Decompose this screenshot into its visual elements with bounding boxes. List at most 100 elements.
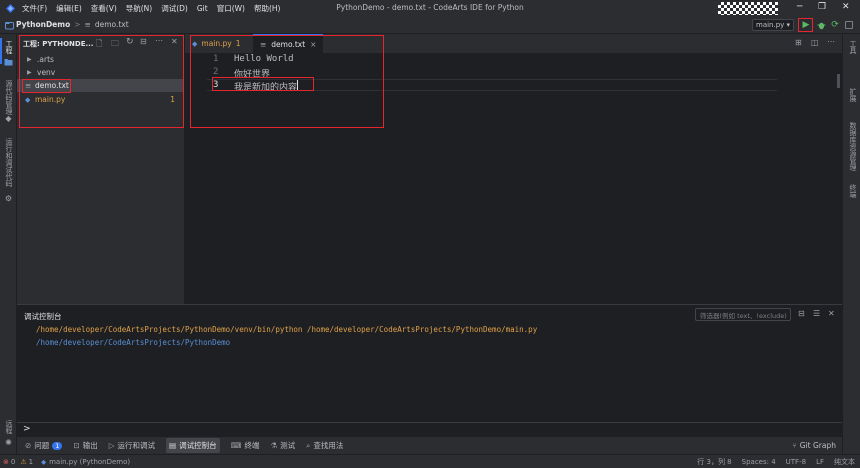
tree-item-label: venv	[37, 68, 56, 77]
explorer-panel: 工程: PYTHONDE... 🗋 🗀 ↻ ⊟ ⋯ ✕ ▶ .arts ▶ ve…	[17, 34, 185, 304]
new-folder-icon[interactable]: 🗀	[111, 38, 119, 52]
tab-problems[interactable]: ⊘ 问题 1	[25, 440, 63, 451]
cursor-position[interactable]: 行 3，列 8	[697, 457, 731, 467]
output-icon: ⊡	[73, 441, 80, 450]
tree-item-main-py[interactable]: ◆ main.py 1	[17, 93, 184, 106]
tree-item-venv[interactable]: ▶ venv	[17, 66, 184, 79]
project-icon	[5, 21, 14, 30]
collapse-all-icon[interactable]: ⊟	[140, 37, 147, 46]
refresh-icon[interactable]: ↻	[126, 37, 134, 47]
tab-label: 问题	[34, 441, 50, 450]
breadcrumb-file[interactable]: demo.txt	[95, 20, 129, 29]
tree-item-label: demo.txt	[35, 81, 69, 90]
console-input-line[interactable]: >	[17, 422, 842, 436]
close-panel-icon[interactable]: ✕	[171, 37, 178, 46]
tab-demo-txt[interactable]: ≡ demo.txt ×	[253, 34, 323, 53]
maximize-icon[interactable]: ❐	[818, 2, 826, 12]
rerun-icon[interactable]: ⟳	[830, 19, 840, 31]
close-icon[interactable]: ✕	[842, 2, 850, 12]
run-config-select[interactable]: main.py ▾	[752, 19, 794, 31]
right-tool-1[interactable]: 工具	[848, 40, 858, 54]
error-count: 0	[10, 457, 16, 466]
right-tool-2[interactable]: 扩展	[848, 88, 858, 102]
breadcrumb-project[interactable]: PythonDemo	[16, 20, 70, 29]
line-number: 1	[213, 54, 219, 64]
warning-icon: ⚠	[20, 457, 27, 466]
minimize-icon[interactable]: ─	[797, 2, 802, 12]
title-bar: 文件(F) 编辑(E) 查看(V) 导航(N) 调试(D) Git 窗口(W) …	[0, 0, 860, 17]
console-line-command: /home/developer/CodeArtsProjects/PythonD…	[36, 325, 538, 334]
problem-count-badge: 1	[170, 95, 175, 104]
close-panel-icon[interactable]: ✕	[828, 309, 835, 318]
activity-remote[interactable]: 远程	[4, 420, 14, 434]
filter-list-icon[interactable]: ☰	[813, 309, 820, 318]
tab-debug-console[interactable]: ▤ 调试控制台	[166, 438, 220, 453]
tab-close-icon[interactable]: ×	[310, 40, 316, 49]
clear-console-icon[interactable]: ⊟	[798, 309, 805, 318]
tree-item-label: main.py	[35, 95, 66, 104]
tree-item-arts[interactable]: ▶ .arts	[17, 53, 184, 66]
code-line[interactable]: 我是新加的内容	[234, 80, 297, 93]
test-icon: ⚗	[270, 441, 278, 450]
remote-icon: ✺	[5, 438, 12, 447]
checker-pattern	[718, 2, 778, 15]
activity-bar-right: 工具 扩展 数据库资源管理 终端	[842, 34, 860, 454]
tab-test[interactable]: ⚗ 测试	[270, 440, 295, 451]
tab-main-py[interactable]: ◆ main.py 1	[185, 34, 251, 53]
source-control-icon: ◆	[5, 114, 12, 123]
tab-label: 查找用法	[313, 441, 344, 450]
activity-source-control[interactable]: 源代码管理	[4, 80, 14, 115]
git-graph-label: Git Graph	[799, 441, 836, 450]
tree-item-demo-txt[interactable]: ≡ demo.txt	[17, 79, 184, 92]
encoding[interactable]: UTF-8	[786, 458, 806, 466]
status-problems[interactable]: ⊗ 0 ⚠ 1	[3, 458, 33, 466]
tab-terminal[interactable]: ⌨ 终端	[231, 440, 260, 451]
console-filter-input[interactable]: 筛选器(例如 text、!exclude)	[695, 308, 791, 321]
error-icon: ⊗	[3, 457, 9, 466]
bottom-tool-tabs: ⊘ 问题 1 ⊡ 输出 ▷ 运行和调试 ▤ 调试控制台 ⌨ 终端 ⚗ 测试 ⌕ …	[17, 436, 842, 454]
status-right: 行 3，列 8 Spaces: 4 UTF-8 LF 纯文本	[697, 457, 860, 467]
status-active-file[interactable]: ◆ main.py (PythonDemo)	[41, 458, 130, 466]
explorer-title: 工程: PYTHONDE...	[23, 39, 94, 48]
tree-item-label: .arts	[37, 55, 54, 64]
activity-project[interactable]: 工程	[4, 40, 14, 54]
more-icon[interactable]: ⋯	[155, 36, 163, 45]
debug-icon[interactable]	[815, 19, 827, 31]
text-file-icon: ≡	[260, 40, 267, 49]
git-graph-icon: ⑂	[792, 441, 797, 450]
tab-label: demo.txt	[271, 40, 306, 49]
breadcrumb-separator: >	[74, 20, 81, 29]
text-cursor	[297, 80, 298, 91]
debug-console-icon: ▤	[169, 441, 177, 450]
line-ending[interactable]: LF	[816, 458, 824, 466]
warning-count: 1	[28, 457, 34, 466]
tab-label: 运行和调试	[117, 441, 156, 450]
activity-run-debug[interactable]: 运行和调试代码	[4, 138, 14, 187]
tab-run-debug[interactable]: ▷ 运行和调试	[109, 440, 155, 451]
editor-scrollbar[interactable]	[837, 74, 840, 88]
indentation[interactable]: Spaces: 4	[742, 458, 776, 466]
code-line[interactable]: Hello World	[234, 54, 294, 64]
chevron-right-icon: ▶	[27, 56, 32, 63]
right-tool-3[interactable]: 数据库资源管理	[848, 122, 858, 171]
status-bar: ⊗ 0 ⚠ 1 ◆ main.py (PythonDemo) 行 3，列 8 S…	[0, 454, 860, 468]
tab-find-usages[interactable]: ⌕ 查找用法	[306, 440, 343, 451]
tab-output[interactable]: ⊡ 输出	[73, 440, 97, 451]
language-mode[interactable]: 纯文本	[834, 457, 855, 467]
tab-badge: 1	[235, 39, 241, 48]
run-icon[interactable]: ▶	[800, 19, 812, 31]
python-file-icon: ◆	[41, 457, 47, 466]
more-icon[interactable]: ⋯	[827, 37, 835, 46]
breadcrumb-bar: PythonDemo > ≡ demo.txt main.py ▾ ▶ ⟳	[0, 17, 860, 34]
layout-icon[interactable]: ◫	[811, 38, 819, 47]
line-number: 3	[213, 80, 219, 90]
terminal-icon: ⌨	[230, 441, 242, 450]
git-graph-button[interactable]: ⑂ Git Graph	[792, 441, 836, 450]
run-debug-icon: ▷	[108, 441, 115, 450]
find-usages-icon: ⌕	[306, 440, 311, 450]
right-tool-4[interactable]: 终端	[848, 184, 858, 198]
split-editor-icon[interactable]: ⊞	[795, 38, 802, 47]
stop-icon[interactable]	[845, 21, 853, 29]
new-file-icon[interactable]: 🗋	[96, 38, 102, 52]
bug-icon: ⚙	[4, 194, 13, 203]
